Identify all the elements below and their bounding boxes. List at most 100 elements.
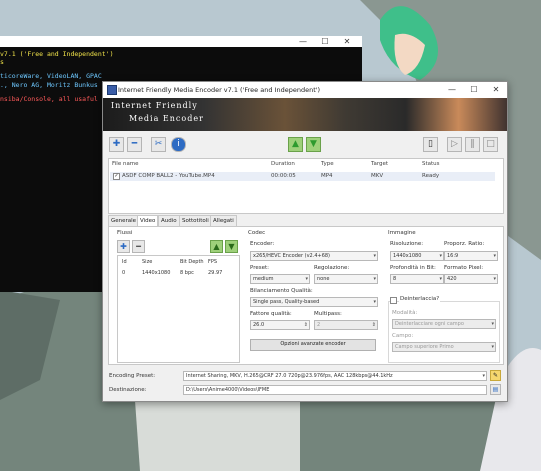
encoder-select[interactable]: x265/HEVC Encoder (v2.4+68) ▾ (250, 251, 378, 261)
tab-allegati[interactable]: Allegati (210, 215, 237, 226)
chevron-down-icon: ▾ (491, 344, 494, 350)
advanced-options-button[interactable]: Opzioni avanzate encoder (250, 339, 376, 351)
add-file-icon[interactable]: ✚ (109, 137, 124, 152)
resolution-label: Risoluzione: (390, 241, 424, 247)
console-line: nsiba/Console, all usaful (0, 95, 98, 103)
deinterlace-label: Deinterlaccia? (399, 296, 441, 302)
row-type: MP4 (321, 173, 333, 179)
pause-icon[interactable]: ‖ (465, 137, 480, 152)
aspect-ratio-select[interactable]: 16:9 ▾ (444, 251, 498, 261)
console-line: s (0, 58, 4, 66)
banner-title-line2: Media Encoder (129, 114, 204, 123)
multipass-input[interactable]: 2 ⇕ (314, 320, 378, 330)
chevron-down-icon: ▾ (493, 253, 496, 259)
column-header-file-name[interactable]: File name (112, 161, 139, 167)
stream-header-id[interactable]: Id (122, 259, 127, 265)
browse-folder-icon[interactable]: ▤ (490, 384, 501, 395)
app-icon (107, 85, 117, 95)
stream-row-bit-depth[interactable]: 8 bpc (180, 270, 194, 276)
tab-sottotitoli[interactable]: Sottotitoli (179, 215, 212, 226)
move-down-icon[interactable]: ▼ (306, 137, 321, 152)
play-icon[interactable]: ▷ (447, 137, 462, 152)
spin-arrows-icon[interactable]: ⇕ (304, 321, 308, 329)
image-section-title: Immagine (388, 230, 416, 236)
pixel-format-select[interactable]: 420 ▾ (444, 274, 498, 284)
resolution-select[interactable]: 1440x1080 ▾ (390, 251, 444, 261)
move-up-icon[interactable]: ▲ (288, 137, 303, 152)
chevron-down-icon: ▾ (482, 373, 485, 379)
tools-icon[interactable]: ✂ (151, 137, 166, 152)
close-button[interactable]: ✕ (485, 82, 507, 98)
row-checkbox[interactable]: ✓ (113, 173, 120, 180)
console-title-bar: — ☐ ✕ (0, 36, 362, 47)
maximize-button[interactable]: ☐ (463, 82, 485, 98)
column-header-type[interactable]: Type (321, 161, 334, 167)
encoding-preset-select[interactable]: Internet Sharing, MKV, H.265@CRF 27.0 72… (183, 371, 487, 381)
tab-generale[interactable]: Generale (108, 215, 140, 226)
stream-row-size[interactable]: 1440x1080 (142, 270, 170, 276)
stream-header-bit-depth[interactable]: Bit Depth (180, 259, 204, 265)
field-order-select[interactable]: Campo superiore Primo ▾ (392, 342, 496, 352)
destination-input[interactable]: D:\Users\Anime4000\Videos\IFME (183, 385, 487, 395)
stream-list[interactable]: Id Size Bit Depth FPS 0 1440x1080 8 bpc … (117, 255, 240, 363)
toolbar: ✚ ━ ✂ i ▲ ▼ ▯ ▷ ‖ □ (103, 131, 507, 157)
stream-header-size[interactable]: Size (142, 259, 152, 265)
quality-factor-input[interactable]: 26.0 ⇕ (250, 320, 310, 330)
stream-row-fps[interactable]: 29.97 (208, 270, 222, 276)
file-queue-list[interactable]: File name Duration Type Target Status ✓ … (108, 158, 504, 214)
chevron-down-icon: ▾ (373, 276, 376, 282)
multipass-label: Multipass: (314, 311, 342, 317)
minimize-button[interactable]: — (441, 82, 463, 98)
console-line: ticoreWare, VideoLAN, GPAC (0, 72, 102, 80)
pixel-format-label: Formato Pixel: (444, 265, 484, 271)
deinterlace-mode-select[interactable]: Deinterlacciare ogni campo ▾ (392, 319, 496, 329)
spin-arrows-icon[interactable]: ⇕ (372, 321, 376, 329)
banner-title-line1: Internet Friendly (111, 101, 198, 110)
tuning-select[interactable]: none ▾ (314, 274, 378, 284)
tab-audio[interactable]: Audio (158, 215, 180, 226)
encoder-label: Encoder: (250, 241, 275, 247)
field-order-label: Campo: (392, 333, 414, 339)
tuning-label: Regolazione: (314, 265, 350, 271)
save-preset-icon[interactable]: ✎ (490, 370, 501, 381)
remove-file-icon[interactable]: ━ (127, 137, 142, 152)
column-header-target[interactable]: Target (371, 161, 388, 167)
aspect-ratio-label: Proporz. Ratio: (444, 241, 485, 247)
quality-mode-select[interactable]: Single pass, Quality-based ▾ (250, 297, 378, 307)
stream-down-icon[interactable]: ▼ (225, 240, 238, 253)
stop-icon[interactable]: □ (483, 137, 498, 152)
remove-stream-icon[interactable]: ━ (132, 240, 145, 253)
chevron-down-icon: ▾ (493, 276, 496, 282)
destination-label: Destinazione: (109, 387, 147, 393)
preset-select[interactable]: medium ▾ (250, 274, 310, 284)
chevron-down-icon: ▾ (439, 276, 442, 282)
flussi-section-title: Flussi (117, 230, 133, 236)
ifme-window: Internet Friendly Media Encoder v7.1 ('F… (102, 81, 508, 402)
maximize-button[interactable]: ☐ (314, 36, 336, 47)
minimize-button[interactable]: — (292, 36, 314, 47)
info-icon[interactable]: i (171, 137, 186, 152)
deinterlace-checkbox[interactable] (390, 297, 397, 304)
console-line: ., Nero AG, Moritz Bunkus (0, 81, 98, 89)
stream-row-id[interactable]: 0 (122, 270, 125, 276)
chevron-down-icon: ▾ (439, 253, 442, 259)
column-header-status[interactable]: Status (422, 161, 440, 167)
preview-icon[interactable]: ▯ (423, 137, 438, 152)
row-file-name: ASDF COMP BALL2 - YouTube.MP4 (122, 173, 215, 179)
row-status: Ready (422, 173, 440, 179)
stream-up-icon[interactable]: ▲ (210, 240, 223, 253)
add-stream-icon[interactable]: ✚ (117, 240, 130, 253)
stream-header-fps[interactable]: FPS (208, 259, 217, 265)
chevron-down-icon: ▾ (373, 299, 376, 305)
preset-label: Preset: (250, 265, 270, 271)
video-tab-panel: Flussi ✚ ━ ▲ ▼ Id Size Bit Depth FPS 0 1… (108, 226, 504, 365)
bit-depth-select[interactable]: 8 ▾ (390, 274, 444, 284)
console-line: v7.1 ('Free and Independent') (0, 50, 114, 58)
chevron-down-icon: ▾ (373, 253, 376, 259)
column-header-duration[interactable]: Duration (271, 161, 295, 167)
chevron-down-icon: ▾ (305, 276, 308, 282)
close-button[interactable]: ✕ (336, 36, 358, 47)
deinterlace-mode-label: Modalità: (392, 310, 418, 316)
app-banner: Internet Friendly Media Encoder (103, 98, 507, 131)
window-title-bar: Internet Friendly Media Encoder v7.1 ('F… (103, 82, 507, 98)
